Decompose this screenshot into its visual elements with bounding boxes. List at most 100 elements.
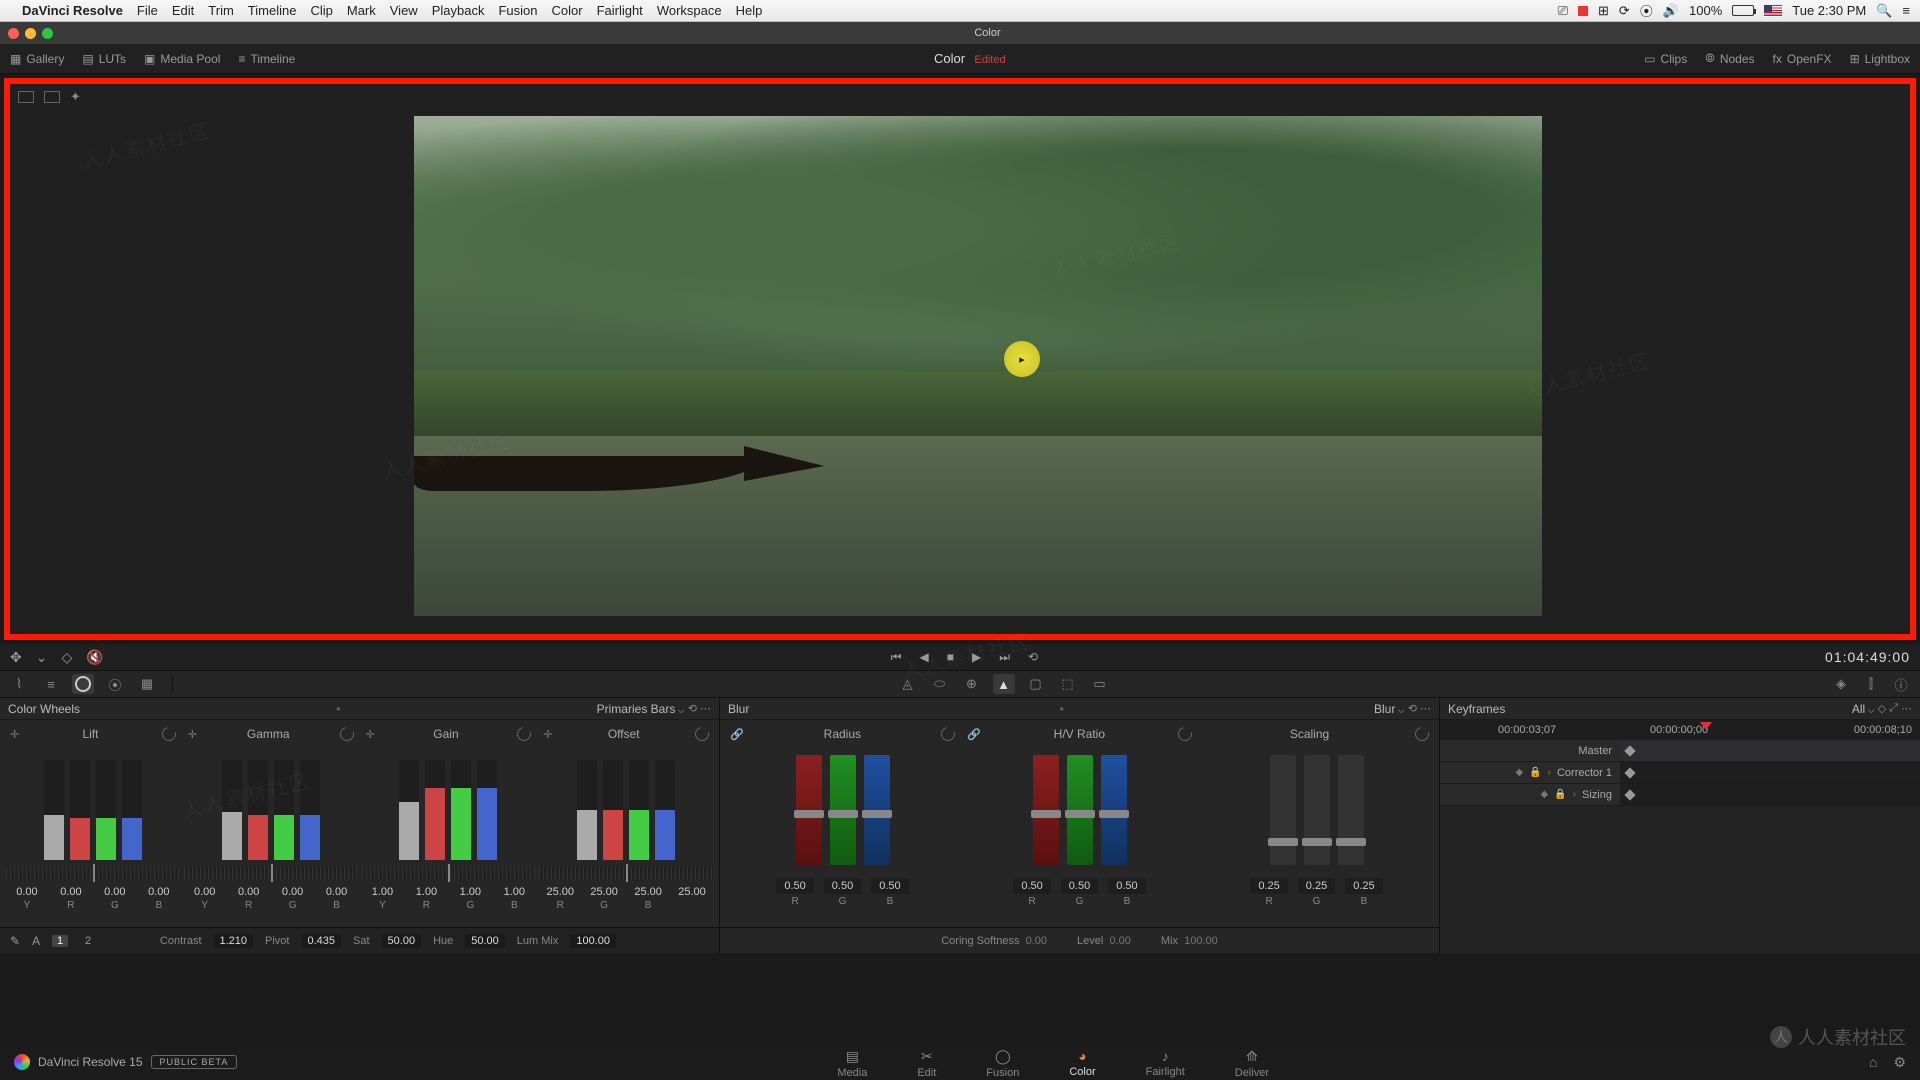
- menu-fairlight[interactable]: Fairlight: [597, 3, 643, 18]
- zoom-window-button[interactable]: [42, 28, 53, 39]
- menu-help[interactable]: Help: [736, 3, 763, 18]
- gain-bars[interactable]: [362, 750, 536, 860]
- hvratio-val-R[interactable]: 0.50: [1013, 878, 1050, 894]
- clock[interactable]: Tue 2:30 PM: [1792, 3, 1866, 18]
- gain-picker-icon[interactable]: ✛: [366, 728, 375, 741]
- custom-icon[interactable]: ⦿: [104, 674, 126, 694]
- mediapool-button[interactable]: ▣Media Pool: [144, 52, 220, 66]
- overlay-icon[interactable]: ◇: [61, 649, 72, 666]
- chevron-right-icon[interactable]: ›: [1573, 789, 1576, 800]
- menu-clip[interactable]: Clip: [310, 3, 332, 18]
- lift-bars[interactable]: [6, 750, 180, 860]
- hue-value[interactable]: 50.00: [465, 934, 505, 948]
- pivot-value[interactable]: 0.435: [302, 934, 342, 948]
- radius-link-icon[interactable]: 🔗: [730, 728, 744, 741]
- viewer-mode-icon-2[interactable]: [44, 91, 60, 103]
- record-icon[interactable]: [1578, 6, 1588, 16]
- keyframes-ruler[interactable]: 00:00:03;07 00:00:00;00 00:00:08;10: [1440, 720, 1920, 740]
- go-first-button[interactable]: ⏮: [891, 650, 902, 665]
- stop-button[interactable]: ■: [947, 650, 954, 665]
- key-icon[interactable]: ▢: [1025, 674, 1047, 694]
- keyframe-marker-icon[interactable]: [1624, 767, 1635, 778]
- viewer-canvas[interactable]: [414, 116, 1542, 616]
- menu-workspace[interactable]: Workspace: [657, 3, 722, 18]
- scaling-val-B[interactable]: 0.25: [1345, 878, 1382, 894]
- gain-val-R[interactable]: 1.00: [405, 886, 447, 898]
- tab-fairlight[interactable]: ♪Fairlight: [1146, 1046, 1185, 1079]
- tab-fusion[interactable]: ◯Fusion: [986, 1046, 1019, 1079]
- bars-icon[interactable]: ≡: [40, 674, 62, 694]
- contrast-value[interactable]: 1.210: [214, 934, 254, 948]
- gamma-val-B[interactable]: 0.00: [316, 886, 358, 898]
- kf-diamond-icon[interactable]: ◆: [1515, 767, 1523, 778]
- kf-row-master[interactable]: Master: [1440, 740, 1920, 762]
- gain-val-G[interactable]: 1.00: [449, 886, 491, 898]
- hvratio-bars[interactable]: [1033, 750, 1127, 870]
- app-name[interactable]: DaVinci Resolve: [22, 3, 123, 18]
- spotlight-icon[interactable]: 🔍: [1876, 3, 1892, 19]
- offset-jog[interactable]: [539, 866, 713, 880]
- hvratio-reset-icon[interactable]: [1175, 724, 1194, 743]
- curves-left-icon[interactable]: ⌇: [8, 674, 30, 694]
- offset-picker-icon[interactable]: ✛: [543, 728, 552, 741]
- chevron-down-icon[interactable]: ⌄: [36, 649, 48, 666]
- kf-diamond-icon[interactable]: ◇: [1875, 702, 1887, 715]
- openfx-button[interactable]: fxOpenFX: [1773, 51, 1832, 66]
- clips-button[interactable]: ▭Clips: [1644, 51, 1687, 66]
- menu-edit[interactable]: Edit: [172, 3, 194, 18]
- menu-mark[interactable]: Mark: [347, 3, 376, 18]
- pick-wb-icon[interactable]: A: [32, 934, 40, 948]
- hvratio-link-icon[interactable]: 🔗: [967, 728, 981, 741]
- hvratio-val-G[interactable]: 0.50: [1061, 878, 1098, 894]
- globals-page-1[interactable]: 1: [52, 935, 68, 947]
- scaling-val-R[interactable]: 0.25: [1250, 878, 1287, 894]
- tab-color[interactable]: ◕Color: [1069, 1046, 1095, 1079]
- keyframe-marker-icon[interactable]: [1624, 789, 1635, 800]
- gain-val-Y[interactable]: 1.00: [362, 886, 404, 898]
- blur-menu-icon[interactable]: ⋯: [1417, 702, 1431, 715]
- gamma-reset-icon[interactable]: [337, 724, 356, 743]
- blur-icon[interactable]: ▲: [993, 674, 1015, 694]
- keyframe-marker-icon[interactable]: [1624, 745, 1635, 756]
- radius-val-R[interactable]: 0.50: [776, 878, 813, 894]
- notification-icon[interactable]: ≡: [1902, 3, 1910, 18]
- gallery-button[interactable]: ▦Gallery: [10, 52, 64, 66]
- tab-edit[interactable]: ✂Edit: [917, 1046, 936, 1079]
- menu-fusion[interactable]: Fusion: [498, 3, 537, 18]
- tracker-icon[interactable]: ⊕: [961, 674, 983, 694]
- battery-icon[interactable]: [1732, 5, 1754, 16]
- settings-icon[interactable]: ⚙: [1893, 1054, 1906, 1071]
- kf-expand-icon[interactable]: ⤢: [1886, 702, 1898, 715]
- menu-file[interactable]: File: [137, 3, 158, 18]
- viewer-timecode[interactable]: 01:04:49:00: [1825, 649, 1910, 665]
- gamma-jog[interactable]: [184, 866, 358, 880]
- keyframe-mode-icon[interactable]: ◈: [1830, 674, 1852, 694]
- tab-deliver[interactable]: ⟰Deliver: [1235, 1046, 1269, 1079]
- sat-value[interactable]: 50.00: [382, 934, 422, 948]
- level-value[interactable]: 0.00: [1109, 935, 1130, 947]
- kf-lock-icon[interactable]: 🔒: [1554, 789, 1566, 800]
- sync-icon[interactable]: ⟳: [1619, 3, 1630, 19]
- blur-mode-dropdown[interactable]: Blur: [1374, 702, 1405, 716]
- input-flag-icon[interactable]: [1764, 5, 1782, 17]
- playhead-icon[interactable]: [1700, 722, 1712, 730]
- menu-view[interactable]: View: [390, 3, 418, 18]
- menu-playback[interactable]: Playback: [432, 3, 485, 18]
- kf-row-sizing[interactable]: ◆🔒› Sizing: [1440, 784, 1920, 806]
- qualifier-icon[interactable]: ◬: [897, 674, 919, 694]
- kf-lock-icon[interactable]: 🔒: [1529, 767, 1541, 778]
- scaling-reset-icon[interactable]: [1412, 724, 1431, 743]
- lift-jog[interactable]: [6, 866, 180, 880]
- kf-row-corrector-1[interactable]: ◆🔒› Corrector 1: [1440, 762, 1920, 784]
- info-icon[interactable]: ⓘ: [1890, 674, 1912, 694]
- viewer-mode-icon-1[interactable]: [18, 91, 34, 103]
- tab-media[interactable]: ▤Media: [837, 1046, 867, 1079]
- lift-val-G[interactable]: 0.00: [94, 886, 136, 898]
- offset-bars[interactable]: [539, 750, 713, 860]
- lift-reset-icon[interactable]: [159, 724, 178, 743]
- volume-icon[interactable]: 🔊: [1663, 3, 1679, 19]
- reset-blur-icon[interactable]: ⟲: [1405, 702, 1417, 715]
- gamma-val-Y[interactable]: 0.00: [184, 886, 226, 898]
- nodes-button[interactable]: ⦾Nodes: [1705, 51, 1754, 66]
- home-icon[interactable]: ⌂: [1869, 1054, 1877, 1071]
